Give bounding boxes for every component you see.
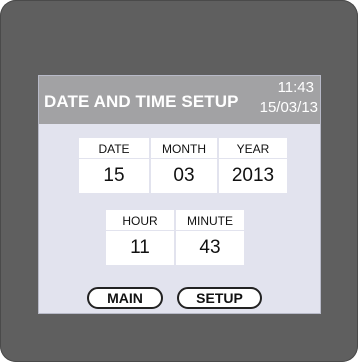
month-label: MONTH (151, 138, 217, 159)
setup-button[interactable]: SETUP (177, 287, 262, 309)
date-time-setup-screen: DATE AND TIME SETUP 11:43 15/03/13 DATE … (38, 75, 321, 314)
minute-label: MINUTE (176, 210, 244, 231)
month-value[interactable]: 03 (151, 159, 217, 193)
hour-value[interactable]: 11 (106, 231, 174, 265)
year-field[interactable]: YEAR 2013 (219, 138, 287, 193)
date-field[interactable]: DATE 15 (79, 138, 149, 193)
date-label: DATE (79, 138, 149, 159)
year-value[interactable]: 2013 (219, 159, 287, 193)
hour-label: HOUR (106, 210, 174, 231)
main-button[interactable]: MAIN (87, 287, 163, 309)
screen-header: DATE AND TIME SETUP 11:43 15/03/13 (39, 76, 320, 124)
current-date: 15/03/13 (259, 99, 318, 116)
date-value[interactable]: 15 (79, 159, 149, 193)
header-clock: 11:43 15/03/13 (260, 78, 318, 118)
hour-field[interactable]: HOUR 11 (106, 210, 174, 265)
month-field[interactable]: MONTH 03 (151, 138, 217, 193)
year-label: YEAR (219, 138, 287, 159)
current-time: 11:43 (277, 79, 314, 96)
minute-field[interactable]: MINUTE 43 (176, 210, 244, 265)
screen-title: DATE AND TIME SETUP (44, 92, 239, 111)
minute-value[interactable]: 43 (176, 231, 244, 265)
